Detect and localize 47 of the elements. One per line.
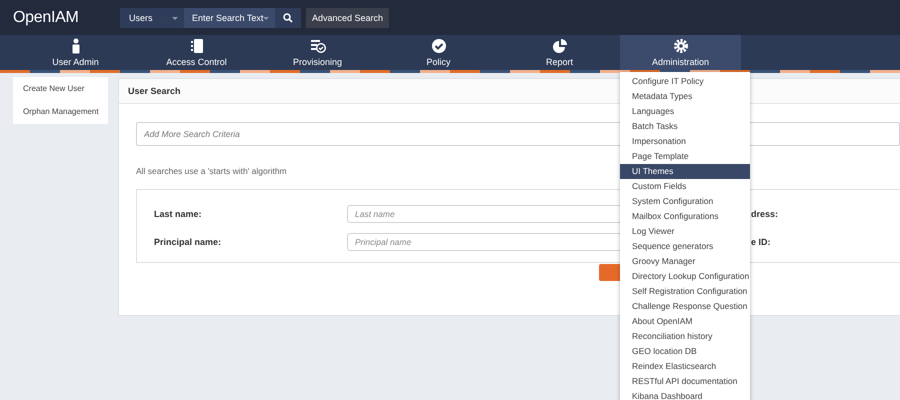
field-label: e ID: <box>751 237 771 247</box>
menu-item[interactable]: Challenge Response Question <box>620 299 750 314</box>
nav-tab[interactable]: Report <box>499 35 620 70</box>
menu-item[interactable]: About OpenIAM <box>620 314 750 329</box>
menu-item[interactable]: Metadata Types <box>620 89 750 104</box>
menu-item[interactable]: Languages <box>620 104 750 119</box>
nav-tab[interactable]: User Admin <box>15 35 136 70</box>
menu-item[interactable]: Custom Fields <box>620 179 750 194</box>
nav-tab[interactable]: Administration <box>620 35 741 70</box>
menu-item[interactable]: Impersonation <box>620 134 750 149</box>
search-field[interactable]: Enter Search Text <box>184 8 275 28</box>
search-note: All searches use a 'starts with' algorithm <box>136 166 287 176</box>
menu-item[interactable]: Kibana Dashboard <box>620 389 750 400</box>
nav-tab[interactable]: Policy <box>378 35 499 70</box>
sidebar-item[interactable]: Create New User <box>13 77 108 100</box>
sidebar-item[interactable]: Orphan Management <box>13 100 108 123</box>
menu-item[interactable]: Reconciliation history <box>620 329 750 344</box>
menu-item[interactable]: Configure IT Policy <box>620 74 750 89</box>
menu-item[interactable]: RESTful API documentation <box>620 374 750 389</box>
menu-item[interactable]: Mailbox Configurations <box>620 209 750 224</box>
menu-item[interactable]: Directory Lookup Configuration <box>620 269 750 284</box>
advanced-search-button[interactable]: Advanced Search <box>306 8 390 28</box>
search-type-dropdown[interactable]: Users <box>120 8 184 28</box>
menu-item[interactable]: Self Registration Configuration <box>620 284 750 299</box>
field-label: Principal name: <box>153 237 222 247</box>
nav-tab[interactable]: Provisioning <box>257 35 378 70</box>
nav-tab[interactable]: Access Control <box>136 35 257 70</box>
caret-icon <box>172 16 178 20</box>
check-circle-icon <box>430 38 446 54</box>
caret-icon <box>263 16 269 20</box>
notebook-icon <box>188 38 204 54</box>
menu-item[interactable]: UI Themes <box>620 164 750 179</box>
menu-item[interactable]: Sequence generators <box>620 239 750 254</box>
menu-item[interactable]: Reindex Elasticsearch <box>620 359 750 374</box>
field-label: dress: <box>751 209 778 219</box>
menu-item[interactable]: Page Template <box>620 149 750 164</box>
menu-item[interactable]: Groovy Manager <box>620 254 750 269</box>
panel-title: User Search <box>128 86 181 96</box>
search-icon <box>283 12 293 22</box>
search-button[interactable] <box>275 8 301 28</box>
field-label: Last name: <box>153 209 203 219</box>
menu-item[interactable]: Batch Tasks <box>620 119 750 134</box>
menu-item[interactable]: GEO location DB <box>620 344 750 359</box>
checklist-icon <box>310 38 326 54</box>
pie-chart-icon <box>552 38 568 54</box>
logo[interactable]: OpenIAM <box>13 8 120 26</box>
gear-icon <box>672 38 688 54</box>
